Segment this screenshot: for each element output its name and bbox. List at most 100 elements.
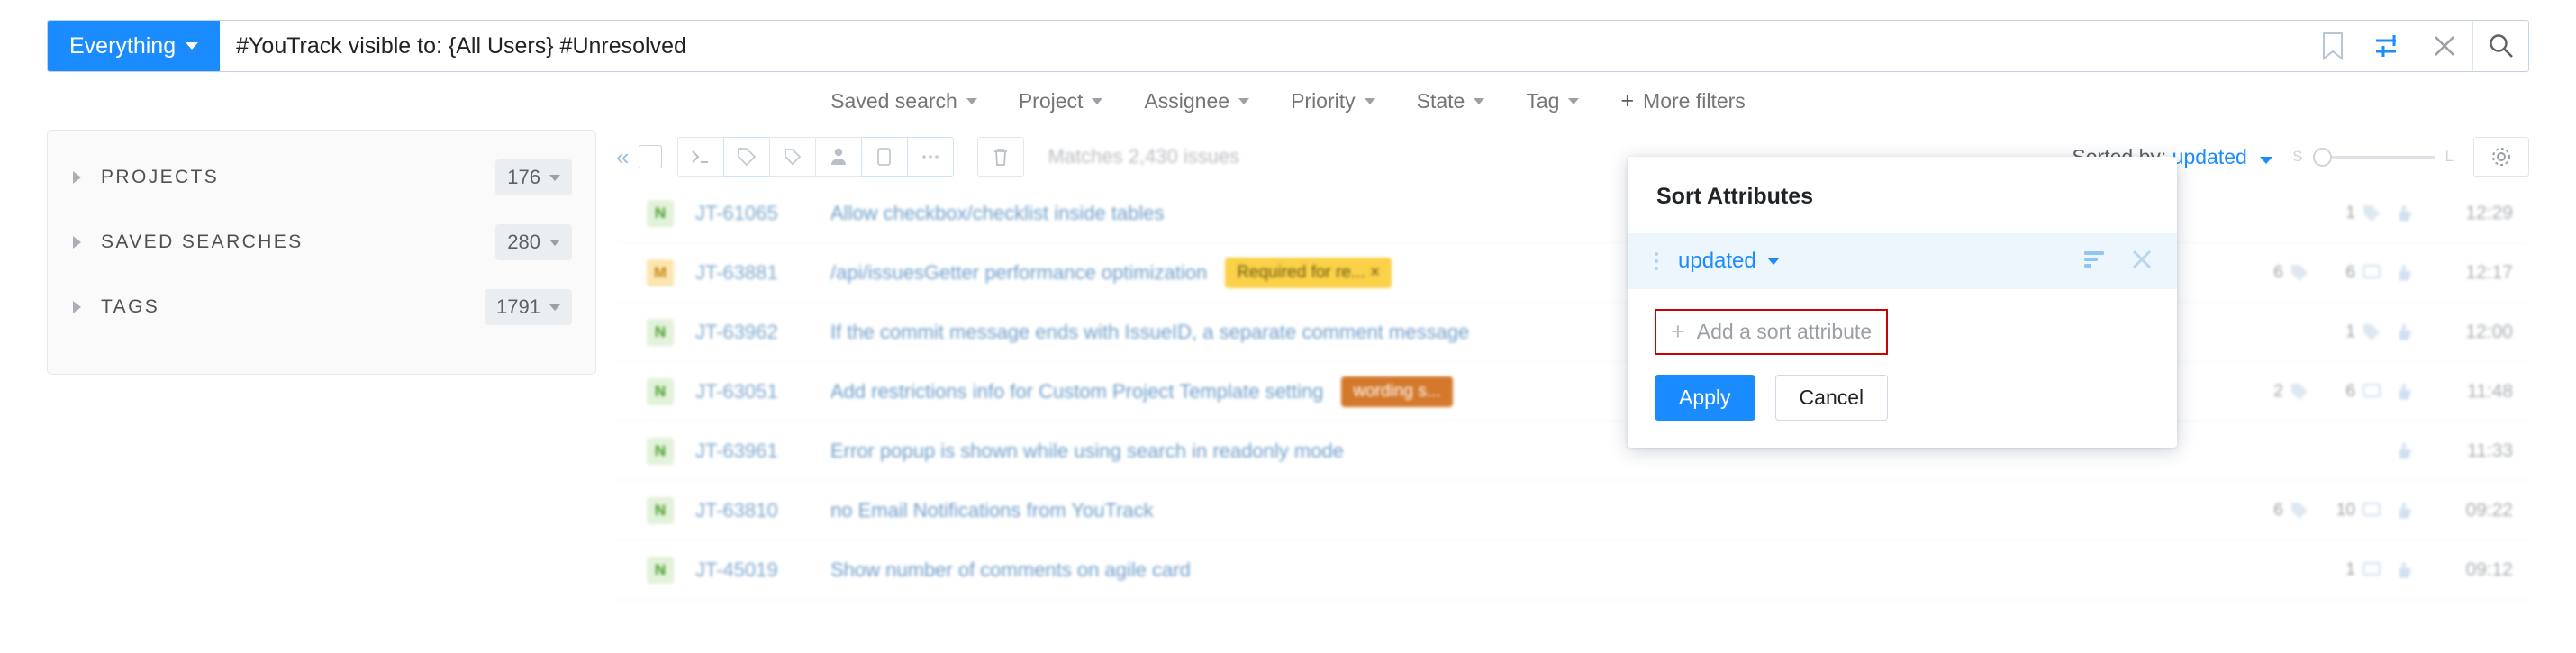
comment-group: 6	[2322, 263, 2381, 283]
filter-label: More filters	[1643, 88, 1746, 113]
table-row[interactable]: N JT-45019 Show number of comments on ag…	[616, 540, 2529, 600]
priority-badge: N	[647, 318, 674, 346]
copy-icon[interactable]	[861, 137, 909, 177]
tag-outline-icon[interactable]	[769, 137, 817, 177]
issue-id[interactable]: JT-63962	[695, 321, 830, 344]
thumbs-up-icon	[2399, 442, 2411, 458]
close-icon[interactable]	[2130, 248, 2154, 276]
comment-icon	[2363, 264, 2381, 278]
priority-badge: N	[647, 496, 674, 524]
issue-title[interactable]: Show number of comments on agile card	[830, 558, 1191, 582]
cancel-button[interactable]: Cancel	[1774, 375, 1889, 421]
bookmark-icon[interactable]	[2305, 21, 2361, 71]
search-scope-button[interactable]: Everything	[48, 21, 221, 71]
left-count: 6	[2273, 500, 2283, 520]
search-box: Everything #YouTrack visible to: {All Us…	[47, 20, 2529, 72]
chevron-down-icon	[549, 174, 560, 181]
sort-attributes-popup: Sort Attributes updated + Add a sort att…	[1628, 157, 2177, 448]
comment-group: 1	[2322, 560, 2381, 580]
main-content: « Matches 2,430 issues updated S L N JT-…	[596, 130, 2529, 600]
filter-tag[interactable]: Tag	[1526, 89, 1580, 113]
sidebar-item-tags[interactable]: Tags 1791	[48, 275, 595, 340]
sidebar-item-projects[interactable]: Projects 176	[48, 145, 595, 210]
apply-button[interactable]: Apply	[1655, 375, 1755, 421]
row-size-slider[interactable]: S L	[2292, 147, 2454, 167]
more-filters-button[interactable]: + More filters	[1620, 89, 1745, 113]
table-row[interactable]: N JT-63810 no Email Notifications from Y…	[616, 481, 2529, 540]
slider-knob[interactable]	[2312, 147, 2332, 167]
issue-tag-badge[interactable]: Required for re... ×	[1225, 257, 1392, 288]
sidebar-count-value: 280	[507, 231, 540, 253]
attachment-group: 1	[2322, 204, 2381, 223]
thumbs-up-icon	[2399, 204, 2411, 221]
priority-badge: N	[647, 377, 674, 405]
left-count: 2	[2273, 381, 2283, 401]
issue-id[interactable]: JT-63961	[695, 440, 830, 463]
popup-title: Sort Attributes	[1656, 184, 1814, 209]
thumbs-up-icon	[2399, 264, 2411, 280]
search-icon[interactable]	[2472, 21, 2528, 71]
sidebar: Projects 176 Saved searches 280 Tags 179…	[47, 130, 596, 375]
run-command-icon[interactable]	[677, 137, 725, 177]
tag-icon	[2363, 323, 2380, 340]
sidebar-item-label: Saved searches	[101, 231, 304, 252]
slider-track[interactable]	[2312, 147, 2435, 167]
search-input[interactable]: #YouTrack visible to: {All Users} #Unres…	[220, 33, 2305, 59]
comment-icon	[2363, 383, 2381, 397]
filter-label: Assignee	[1144, 88, 1230, 113]
issue-title[interactable]: If the commit message ends with IssueID,…	[830, 321, 1469, 344]
more-icon[interactable]	[907, 137, 955, 177]
chevron-down-icon	[1766, 258, 1780, 265]
attachment-count: 1	[2345, 203, 2355, 222]
search-scope-label: Everything	[69, 32, 177, 59]
select-all-checkbox[interactable]	[639, 145, 663, 168]
priority-badge: M	[647, 258, 674, 286]
sidebar-count-value: 176	[507, 166, 540, 188]
gear-icon[interactable]	[2473, 137, 2529, 177]
issue-id[interactable]: JT-63051	[695, 380, 830, 404]
sort-attribute-selector[interactable]: updated	[1678, 249, 1780, 274]
sidebar-item-saved-searches[interactable]: Saved searches 280	[48, 210, 595, 275]
filter-saved-search[interactable]: Saved search	[830, 89, 977, 113]
issue-id[interactable]: JT-45019	[695, 558, 830, 582]
filter-priority[interactable]: Priority	[1291, 89, 1375, 113]
filter-row: Saved search Project Assignee Priority S…	[0, 72, 2576, 130]
issue-title[interactable]: Add restrictions info for Custom Project…	[830, 380, 1323, 404]
chevron-down-icon	[1238, 97, 1250, 104]
issue-id[interactable]: JT-61065	[695, 202, 830, 225]
filter-assignee[interactable]: Assignee	[1144, 88, 1250, 113]
body-area: Projects 176 Saved searches 280 Tags 179…	[0, 130, 2576, 600]
table-row[interactable]: N JT-61065 Allow checkbox/checklist insi…	[616, 184, 2529, 243]
issue-title[interactable]: /api/issuesGetter performance optimizati…	[830, 261, 1207, 285]
filter-state[interactable]: State	[1417, 89, 1485, 113]
table-row[interactable]: M JT-63881 /api/issuesGetter performance…	[616, 243, 2529, 303]
close-icon[interactable]	[2417, 21, 2472, 71]
trash-icon[interactable]	[977, 137, 1025, 177]
table-row[interactable]: N JT-63962 If the commit message ends wi…	[616, 303, 2529, 362]
sidebar-count-badge[interactable]: 280	[495, 224, 572, 260]
table-row[interactable]: N JT-63051 Add restrictions info for Cus…	[616, 362, 2529, 422]
sort-attribute-row[interactable]: updated	[1628, 233, 2177, 289]
chevron-down-icon	[966, 97, 977, 104]
issue-title[interactable]: Allow checkbox/checklist inside tables	[830, 202, 1165, 225]
assignee-icon[interactable]	[815, 137, 863, 177]
filter-sliders-icon[interactable]	[2361, 21, 2417, 71]
issue-tag-badge[interactable]: wording s...	[1341, 376, 1453, 407]
comment-count: 1	[2345, 559, 2355, 579]
chevron-right-icon	[73, 171, 81, 184]
collapse-sidebar-icon[interactable]: «	[616, 143, 639, 171]
sidebar-count-badge[interactable]: 176	[495, 159, 572, 195]
issue-title[interactable]: Error popup is shown while using search …	[830, 440, 1344, 463]
issue-title[interactable]: no Email Notifications from YouTrack	[830, 499, 1154, 522]
add-sort-attribute-wrapper: + Add a sort attribute	[1628, 289, 2177, 355]
add-sort-attribute-button[interactable]: + Add a sort attribute	[1655, 309, 1889, 355]
tag-icon[interactable]	[723, 137, 771, 177]
issue-id[interactable]: JT-63881	[695, 261, 830, 285]
sidebar-count-badge[interactable]: 1791	[485, 289, 572, 325]
filter-project[interactable]: Project	[1019, 89, 1103, 113]
drag-handle-icon[interactable]	[1655, 252, 1658, 270]
issue-id[interactable]: JT-63810	[695, 499, 830, 522]
toolbar-button-group	[677, 137, 955, 177]
table-row[interactable]: N JT-63961 Error popup is shown while us…	[616, 422, 2529, 481]
sort-descending-icon[interactable]	[2082, 249, 2107, 275]
